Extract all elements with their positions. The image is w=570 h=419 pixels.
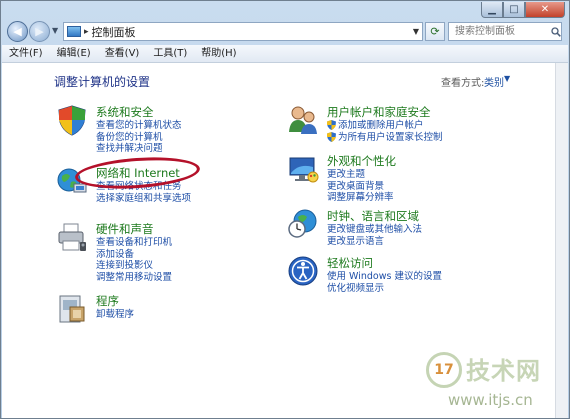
watermark: 17 技术网 www.itjs.cn xyxy=(426,347,566,417)
refresh-icon: ⟳ xyxy=(430,25,440,38)
category-title-ease-of-access[interactable]: 轻松访问 xyxy=(327,255,373,271)
uac-shield-icon xyxy=(327,131,336,142)
link-parental-controls[interactable]: 为所有用户设置家长控制 xyxy=(327,131,443,144)
search-input[interactable] xyxy=(453,25,549,38)
maximize-button[interactable]: □ xyxy=(503,2,525,18)
shield-icon[interactable] xyxy=(56,104,88,136)
menu-tools[interactable]: 工具(T) xyxy=(146,45,194,62)
caption-buttons: ▁ □ ✕ xyxy=(481,2,565,18)
category-programs: 程序 卸载程序 xyxy=(56,293,256,333)
link-view-computer-status[interactable]: 查看您的计算机状态 xyxy=(96,120,182,132)
category-title-system-security[interactable]: 系统和安全 xyxy=(96,104,154,120)
category-title-clock-language-region[interactable]: 时钟、语言和区域 xyxy=(327,208,419,224)
category-title-appearance[interactable]: 外观和个性化 xyxy=(327,153,396,169)
link-mobility-settings[interactable]: 调整常用移动设置 xyxy=(96,272,172,284)
view-by-dropdown-arrow-icon[interactable]: ▼ xyxy=(504,74,510,83)
link-devices-printers[interactable]: 查看设备和打印机 xyxy=(96,237,172,249)
category-links-clock-language-region: 更改键盘或其他输入法 更改显示语言 xyxy=(327,224,422,247)
category-links-ease-of-access: 使用 Windows 建议的设置 优化视频显示 xyxy=(327,271,442,294)
page-title: 调整计算机的设置 xyxy=(54,75,151,89)
breadcrumb-control-panel[interactable]: 控制面板 xyxy=(92,24,136,40)
category-hardware-sound: 硬件和声音 查看设备和打印机 添加设备 连接到投影仪 调整常用移动设置 xyxy=(56,221,256,291)
address-history-dropdown-icon[interactable]: ▼ xyxy=(413,27,419,36)
link-add-remove-accounts[interactable]: 添加或删除用户帐户 xyxy=(327,120,443,132)
category-links-programs: 卸载程序 xyxy=(96,309,134,321)
menu-help[interactable]: 帮助(H) xyxy=(194,45,243,62)
clock-globe-icon[interactable] xyxy=(287,208,319,240)
category-title-user-accounts[interactable]: 用户帐户和家庭安全 xyxy=(327,104,431,120)
forward-button[interactable]: ▶ xyxy=(29,21,50,42)
menu-view[interactable]: 查看(V) xyxy=(98,45,147,62)
uac-shield-icon xyxy=(327,120,336,130)
address-row: ◀ ▶ ▼ ▸ 控制面板 ▼ ⟳ xyxy=(5,20,565,44)
category-links-user-accounts: 添加或删除用户帐户 为所有用户设置家长控制 xyxy=(327,120,443,143)
view-by-dropdown[interactable]: 类别 xyxy=(484,74,504,89)
category-links-appearance: 更改主题 更改桌面背景 调整屏幕分辨率 xyxy=(327,169,394,204)
programs-icon[interactable] xyxy=(56,293,88,325)
category-links-system-security: 查看您的计算机状态 备份您的计算机 查找并解决问题 xyxy=(96,120,182,155)
category-clock-language-region: 时钟、语言和区域 更改键盘或其他输入法 更改显示语言 xyxy=(287,208,507,258)
link-optimize-visual-display[interactable]: 优化视频显示 xyxy=(327,283,442,295)
link-change-display-language[interactable]: 更改显示语言 xyxy=(327,236,422,248)
back-button[interactable]: ◀ xyxy=(7,21,28,42)
printer-icon[interactable] xyxy=(56,221,88,253)
link-adjust-resolution[interactable]: 调整屏幕分辨率 xyxy=(327,192,394,204)
category-ease-of-access: 轻松访问 使用 Windows 建议的设置 优化视频显示 xyxy=(287,255,507,305)
view-by-label: 查看方式: xyxy=(441,78,485,89)
category-title-programs[interactable]: 程序 xyxy=(96,293,119,309)
control-panel-window: ▁ □ ✕ ◀ ▶ ▼ ▸ 控制面板 ▼ ⟳ 文件(F) 编辑(E) 查看(V)… xyxy=(0,0,570,419)
link-text[interactable]: 添加或删除用户帐户 xyxy=(338,120,424,131)
link-windows-recommended-settings[interactable]: 使用 Windows 建议的设置 xyxy=(327,271,442,283)
link-add-device[interactable]: 添加设备 xyxy=(96,249,172,261)
link-backup-computer[interactable]: 备份您的计算机 xyxy=(96,132,182,144)
minimize-button[interactable]: ▁ xyxy=(481,2,503,18)
search-box[interactable] xyxy=(448,22,562,41)
link-find-fix-problems[interactable]: 查找并解决问题 xyxy=(96,143,182,155)
appearance-icon[interactable] xyxy=(287,153,319,185)
close-button[interactable]: ✕ xyxy=(525,2,565,18)
link-connect-projector[interactable]: 连接到投影仪 xyxy=(96,260,172,272)
link-change-keyboard-input[interactable]: 更改键盘或其他输入法 xyxy=(327,224,422,236)
menu-file[interactable]: 文件(F) xyxy=(2,45,50,62)
refresh-button[interactable]: ⟳ xyxy=(425,22,445,41)
link-text[interactable]: 为所有用户设置家长控制 xyxy=(338,132,443,143)
recent-pages-dropdown-icon[interactable]: ▼ xyxy=(52,26,58,35)
menu-edit[interactable]: 编辑(E) xyxy=(50,45,98,62)
search-icon[interactable] xyxy=(551,26,561,37)
link-change-theme[interactable]: 更改主题 xyxy=(327,169,394,181)
users-icon[interactable] xyxy=(287,104,319,136)
watermark-logo: 17 xyxy=(426,352,462,388)
category-system-security: 系统和安全 查看您的计算机状态 备份您的计算机 查找并解决问题 xyxy=(56,104,256,164)
link-uninstall-program[interactable]: 卸载程序 xyxy=(96,309,134,321)
link-homegroup-sharing[interactable]: 选择家庭组和共享选项 xyxy=(96,193,191,205)
breadcrumb-separator-icon[interactable]: ▸ xyxy=(84,27,89,37)
category-appearance: 外观和个性化 更改主题 更改桌面背景 调整屏幕分辨率 xyxy=(287,153,507,208)
watermark-name: 技术网 xyxy=(466,357,541,385)
link-change-desktop-background[interactable]: 更改桌面背景 xyxy=(327,181,394,193)
category-user-accounts: 用户帐户和家庭安全 添加或删除用户帐户 为所有用户设置家长控制 xyxy=(287,104,507,154)
category-links-hardware-sound: 查看设备和打印机 添加设备 连接到投影仪 调整常用移动设置 xyxy=(96,237,172,283)
menu-bar: 文件(F) 编辑(E) 查看(V) 工具(T) 帮助(H) xyxy=(2,45,568,63)
watermark-url: www.itjs.cn xyxy=(448,391,533,409)
ease-of-access-icon[interactable] xyxy=(287,255,319,287)
address-bar[interactable]: ▸ 控制面板 ▼ xyxy=(63,22,423,41)
control-panel-icon xyxy=(67,26,81,37)
category-title-hardware-sound[interactable]: 硬件和声音 xyxy=(96,221,154,237)
